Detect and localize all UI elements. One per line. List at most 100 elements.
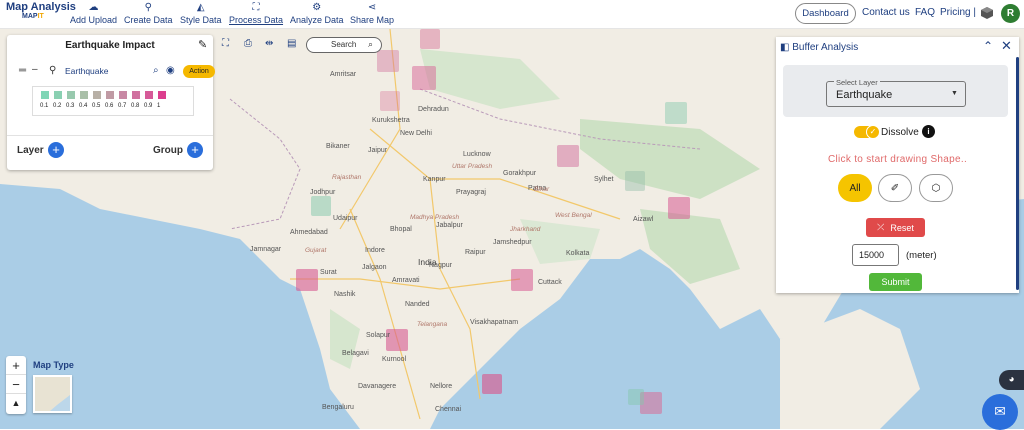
top-navbar: Map Analysis MAPIT ☁ Add Upload ⚲ Create… — [0, 0, 1024, 29]
legend-value: 0.2 — [53, 103, 62, 109]
buffer-title-text: Buffer Analysis — [792, 42, 859, 53]
legend-value: 0.4 — [79, 103, 88, 109]
map-label: Telangana — [417, 321, 448, 328]
nav-add-upload[interactable]: ☁ Add Upload — [70, 2, 117, 25]
brand-sub-right: IT — [37, 13, 44, 20]
zoom-control: + − ▲ — [6, 356, 26, 414]
print-icon[interactable]: ⎙ — [244, 38, 252, 49]
nav-style-data[interactable]: ◭ Style Data — [180, 2, 222, 25]
toggle-check-icon: ✓ — [866, 125, 880, 139]
earthquake-buffer[interactable] — [628, 389, 644, 405]
action-button[interactable]: Action — [183, 65, 215, 78]
layer-select-label: Select Layer — [834, 78, 880, 87]
map-label: Amravati — [392, 277, 420, 284]
zoom-out-button[interactable]: − — [6, 375, 26, 394]
bot-icon[interactable]: ◕ — [999, 370, 1024, 390]
collapse-dash-icon[interactable]: – — [32, 64, 38, 75]
nav-create-data-label: Create Data — [124, 15, 173, 25]
fullscreen-icon[interactable]: ⛶ — [222, 38, 229, 49]
reset-north-button[interactable]: ▲ — [6, 394, 26, 413]
map-label: Jodhpur — [310, 189, 336, 196]
search-box[interactable]: Search ⌕ — [306, 37, 382, 53]
map-label: Bihar — [534, 186, 550, 193]
magic-wand-icon: ✐ — [890, 182, 900, 194]
nav-analyze-data[interactable]: ⚙ Analyze Data — [290, 2, 344, 25]
map-label: Belagavi — [342, 350, 369, 357]
faq-link[interactable]: FAQ — [915, 7, 935, 18]
edit-pencil-icon[interactable]: ✎ — [198, 38, 207, 51]
nav-process-data[interactable]: ⛶ Process Data — [229, 2, 283, 25]
panel-scrollbar[interactable] — [1016, 57, 1019, 290]
zoom-in-button[interactable]: + — [6, 356, 26, 375]
legend-swatch — [93, 91, 101, 99]
map-label: Nanded — [405, 301, 430, 308]
map-label: Udaipur — [333, 215, 358, 222]
earthquake-buffer[interactable] — [412, 66, 436, 90]
map-label: West Bengal — [555, 212, 592, 219]
map-label: Surat — [320, 269, 337, 276]
earthquake-buffer[interactable] — [665, 102, 687, 124]
visibility-eye-icon[interactable]: ◉ — [166, 65, 175, 76]
earthquake-buffer[interactable] — [511, 269, 533, 291]
layer-panel: Earthquake Impact ✎ ═ – ⚲ Earthquake ⌕ ◉… — [7, 35, 215, 170]
analyze-icon: ⚙ — [312, 2, 322, 13]
chat-icon[interactable]: ✉ — [982, 394, 1018, 430]
map-label: Cuttack — [538, 279, 562, 286]
user-avatar[interactable]: R — [1001, 4, 1020, 23]
layer-name[interactable]: Earthquake — [65, 66, 108, 76]
cube-icon[interactable] — [981, 7, 993, 19]
info-icon[interactable]: i — [922, 125, 935, 138]
legend-value: 0.7 — [118, 103, 127, 109]
pricing-link[interactable]: Pricing | — [940, 7, 976, 18]
reset-button[interactable]: ⤫ Reset — [866, 218, 925, 237]
draw-polygon-button[interactable]: ✐ — [878, 174, 912, 202]
comment-icon[interactable]: ▤ — [287, 38, 296, 49]
panel-divider — [7, 135, 213, 136]
paint-bucket-icon: ◭ — [196, 2, 205, 13]
add-group-button[interactable]: + — [187, 142, 203, 158]
select-all-button[interactable]: All — [838, 174, 872, 202]
contact-link[interactable]: Contact us — [862, 7, 910, 18]
map-label: Bhopal — [390, 226, 412, 233]
zoom-to-layer-icon[interactable]: ⌕ — [153, 65, 159, 76]
distance-input[interactable]: 15000 — [852, 244, 899, 266]
select-layer-wrapper: Earthquake ▼ Select Layer — [783, 65, 1008, 117]
map-label: Uttar Pradesh — [452, 163, 493, 170]
earthquake-buffer[interactable] — [668, 197, 690, 219]
measure-icon[interactable]: ⇹ — [265, 38, 273, 49]
buffer-analysis-panel: ◧ Buffer Analysis ⌃ ✕ Earthquake ▼ Selec… — [776, 37, 1019, 293]
map-label: Dehradun — [418, 106, 449, 113]
map-label: Davanagere — [358, 383, 397, 390]
draw-point-button[interactable]: ⬡ — [919, 174, 953, 202]
legend-value: 0.3 — [66, 103, 75, 109]
nav-create-data[interactable]: ⚲ Create Data — [124, 2, 173, 25]
map-label: Sylhet — [594, 176, 614, 183]
brand-logo[interactable]: Map Analysis MAPIT — [6, 1, 76, 20]
submit-button[interactable]: Submit — [869, 273, 922, 291]
close-icon[interactable]: ✕ — [1001, 38, 1012, 54]
map-label: Nagpur — [429, 262, 452, 269]
caret-down-icon: ▼ — [951, 90, 958, 97]
legend-swatch — [41, 91, 49, 99]
earthquake-buffer[interactable] — [625, 171, 645, 191]
earthquake-buffer[interactable] — [380, 91, 400, 111]
chevron-up-icon[interactable]: ⌃ — [983, 39, 993, 53]
map-label: Kurukshetra — [372, 117, 410, 124]
dashboard-button[interactable]: Dashboard — [795, 3, 856, 24]
add-layer-button[interactable]: + — [48, 142, 64, 158]
earthquake-buffer[interactable] — [296, 269, 318, 291]
map-type-thumbnail[interactable] — [33, 375, 72, 413]
nav-share-map[interactable]: ⋖ Share Map — [350, 2, 394, 25]
search-label: Search — [331, 40, 357, 49]
unit-label: (meter) — [906, 250, 937, 261]
legend-value: 0.6 — [105, 103, 114, 109]
dissolve-toggle[interactable]: ✓ — [854, 125, 880, 139]
earthquake-buffer[interactable] — [377, 50, 399, 72]
earthquake-buffer[interactable] — [557, 145, 579, 167]
map-label: Kurnool — [382, 356, 407, 363]
drag-handle-icon[interactable]: ═ — [19, 65, 26, 76]
earthquake-buffer[interactable] — [420, 29, 440, 49]
legend-value: 0.5 — [92, 103, 101, 109]
earthquake-buffer[interactable] — [311, 196, 331, 216]
earthquake-buffer[interactable] — [482, 374, 502, 394]
